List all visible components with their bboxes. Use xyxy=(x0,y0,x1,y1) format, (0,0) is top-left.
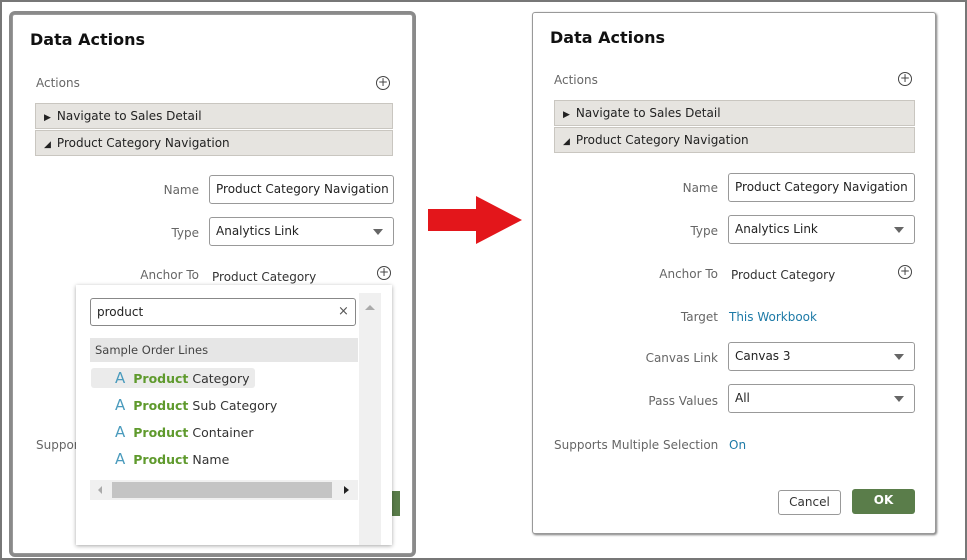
target-link[interactable]: This Workbook xyxy=(729,310,817,324)
attribute-icon: A xyxy=(115,369,126,387)
cancel-button[interactable]: Cancel xyxy=(778,490,841,515)
anchor-to-value: Product Category xyxy=(212,270,317,284)
name-input[interactable]: Product Category Navigation xyxy=(209,175,394,204)
attribute-icon: A xyxy=(115,450,126,468)
accordion-label: Navigate to Sales Detail xyxy=(575,106,721,120)
target-label: Target xyxy=(680,310,718,324)
actions-label: Actions xyxy=(36,76,80,90)
list-item[interactable]: A Product Sub Category xyxy=(91,395,277,415)
attribute-icon: A xyxy=(115,423,126,441)
accordion-label: Product Category Navigation xyxy=(56,136,230,150)
supports-multiple-selection-label: Supports Multiple Selection xyxy=(554,438,719,452)
collapse-triangle-icon: ◢ xyxy=(563,137,570,147)
attribute-icon: A xyxy=(115,396,126,414)
add-action-icon[interactable]: + xyxy=(376,76,390,90)
actions-label: Actions xyxy=(554,73,598,87)
anchor-to-label: Anchor To xyxy=(659,267,718,281)
list-item[interactable]: A Product Name xyxy=(91,449,229,469)
accordion-label: Product Category Navigation xyxy=(575,133,749,147)
expand-triangle-icon: ▶ xyxy=(44,113,51,123)
canvas-link-select[interactable]: Canvas 3 xyxy=(728,342,915,371)
scroll-right-icon[interactable] xyxy=(344,486,349,494)
search-input[interactable]: product xyxy=(90,298,356,326)
supports-multiple-selection-label: Suppor xyxy=(36,438,79,452)
match-text: Product xyxy=(133,371,189,386)
match-text: Product xyxy=(133,425,189,440)
add-anchor-icon[interactable]: + xyxy=(898,265,912,279)
type-select[interactable]: Analytics Link xyxy=(209,217,394,246)
scrollbar-thumb[interactable] xyxy=(112,482,332,498)
accordion-navigate-to-sales-detail[interactable]: ▶ Navigate to Sales Detail xyxy=(554,100,915,126)
dialog-title: Data Actions xyxy=(30,30,145,49)
ok-button[interactable]: OK xyxy=(852,489,915,514)
add-anchor-icon[interactable]: + xyxy=(377,266,391,280)
add-action-icon[interactable]: + xyxy=(898,72,912,86)
clear-icon[interactable]: × xyxy=(338,304,349,319)
item-text: Name xyxy=(188,452,230,467)
pass-values-label: Pass Values xyxy=(648,394,718,408)
item-text: Sub Category xyxy=(188,398,278,413)
expand-triangle-icon: ▶ xyxy=(563,110,570,120)
scroll-up-icon[interactable] xyxy=(365,305,375,310)
red-arrow-icon xyxy=(428,196,522,244)
canvas-link-label: Canvas Link xyxy=(645,351,718,365)
name-label: Name xyxy=(163,183,199,197)
match-text: Product xyxy=(133,398,189,413)
name-label: Name xyxy=(682,181,718,195)
supports-multiple-selection-toggle[interactable]: On xyxy=(729,438,746,452)
column-picker-popup: product × Sample Order Lines A Product Ca… xyxy=(76,285,392,545)
group-header: Sample Order Lines xyxy=(90,338,358,362)
accordion-product-category-navigation[interactable]: ◢ Product Category Navigation xyxy=(554,127,915,153)
match-text: Product xyxy=(133,452,189,467)
collapse-triangle-icon: ◢ xyxy=(44,140,51,150)
pass-values-select[interactable]: All xyxy=(728,384,915,413)
list-item[interactable]: A Product Container xyxy=(91,422,253,442)
accordion-label: Navigate to Sales Detail xyxy=(56,109,202,123)
list-item[interactable]: A Product Category xyxy=(91,368,250,388)
anchor-to-value: Product Category xyxy=(731,268,836,282)
anchor-to-label: Anchor To xyxy=(140,268,199,282)
type-label: Type xyxy=(690,224,718,238)
data-actions-dialog-after: Data Actions Actions + ▶ Navigate to Sale… xyxy=(532,12,936,534)
accordion-navigate-to-sales-detail[interactable]: ▶ Navigate to Sales Detail xyxy=(35,103,393,129)
horizontal-scrollbar[interactable] xyxy=(90,480,358,500)
scroll-left-icon[interactable] xyxy=(98,486,102,494)
type-label: Type xyxy=(171,226,199,240)
type-select[interactable]: Analytics Link xyxy=(728,215,915,244)
item-text: Container xyxy=(188,425,254,440)
accordion-product-category-navigation[interactable]: ◢ Product Category Navigation xyxy=(35,130,393,156)
name-input[interactable]: Product Category Navigation xyxy=(728,173,915,202)
item-text: Category xyxy=(188,371,250,386)
dialog-title: Data Actions xyxy=(550,28,665,47)
vertical-scrollbar[interactable] xyxy=(359,293,381,545)
